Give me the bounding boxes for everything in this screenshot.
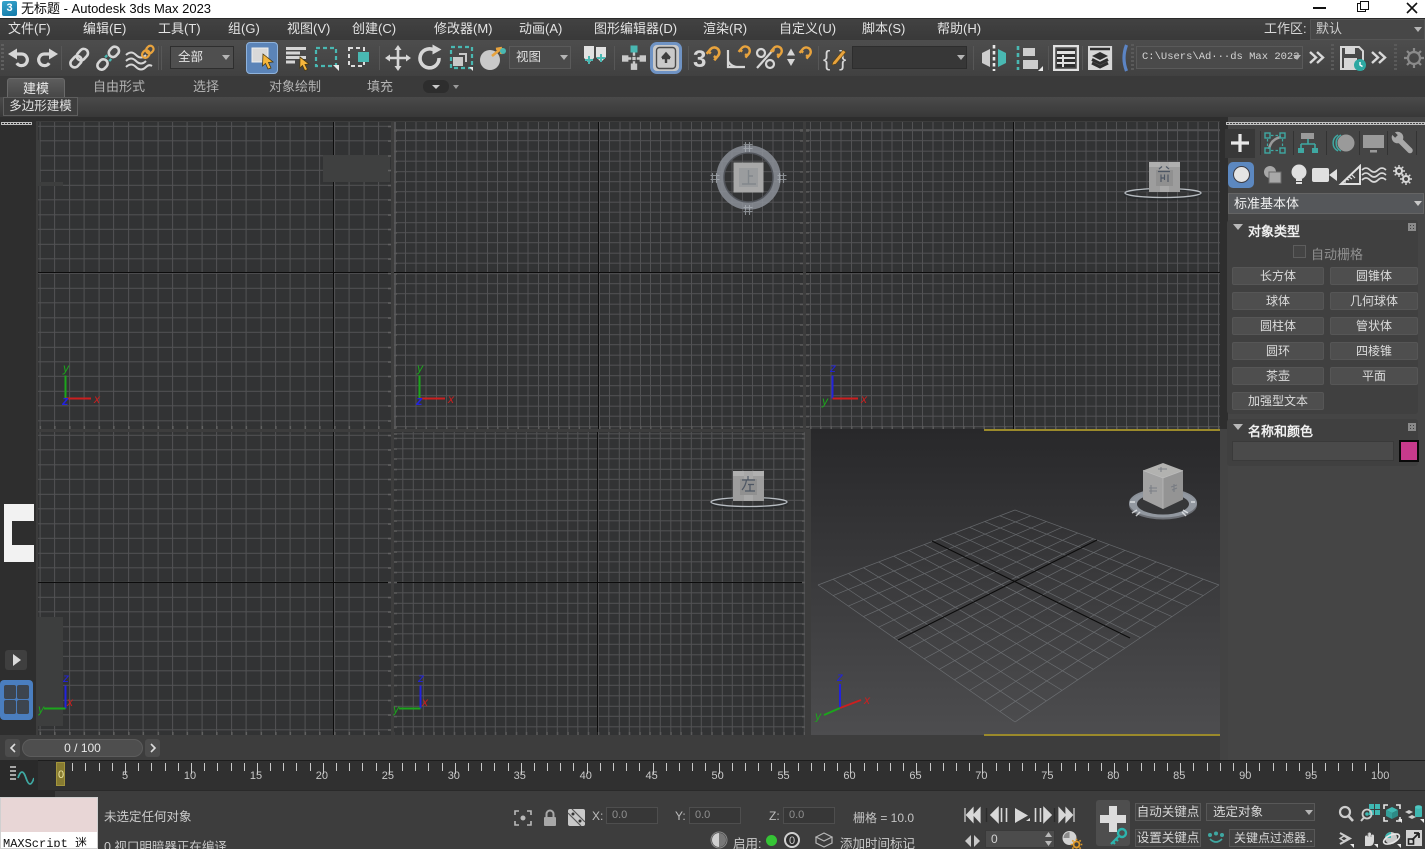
- svg-text:x: x: [863, 693, 871, 707]
- svg-text:y: y: [38, 702, 45, 716]
- svg-text:z: z: [836, 670, 843, 684]
- svg-text:y: y: [416, 361, 424, 375]
- svg-text:y: y: [393, 702, 400, 716]
- svg-text:z: z: [61, 393, 69, 408]
- svg-text:x: x: [93, 392, 101, 406]
- svg-text:z: z: [415, 393, 423, 408]
- svg-text:x: x: [66, 695, 74, 709]
- svg-text:x: x: [421, 695, 429, 709]
- svg-text:z: z: [829, 361, 836, 375]
- svg-text:3: 3: [693, 46, 706, 72]
- svg-text:x: x: [860, 392, 868, 406]
- svg-text:z: z: [62, 671, 69, 685]
- svg-text:y: y: [62, 361, 70, 375]
- svg-text:y: y: [821, 394, 829, 408]
- svg-text:x: x: [447, 392, 455, 406]
- svg-text:z: z: [417, 671, 424, 685]
- svg-text:y: y: [814, 709, 822, 722]
- svg-text:{: {: [823, 46, 830, 71]
